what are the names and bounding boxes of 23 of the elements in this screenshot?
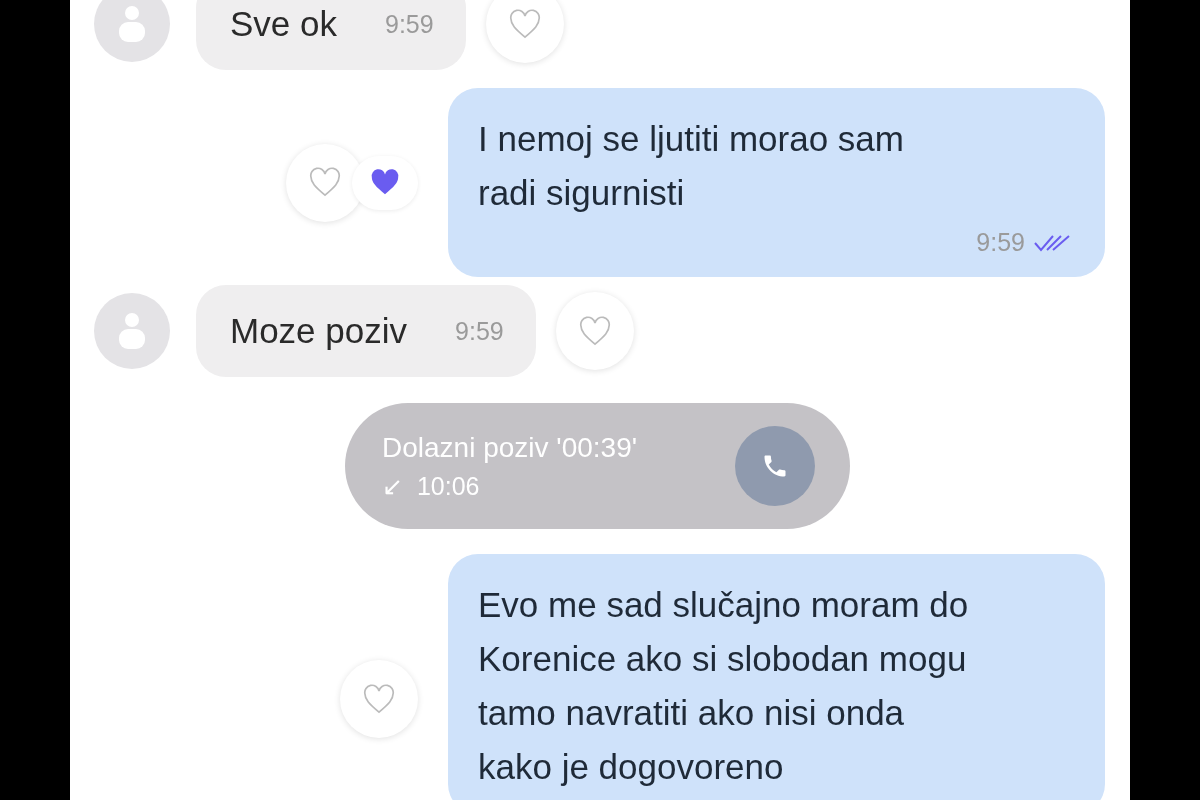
message-text: kako je dogovoreno — [478, 746, 785, 788]
message-text: Korenice ako si slobodan mogu — [478, 638, 968, 680]
like-button[interactable] — [340, 660, 418, 738]
message-text: Evo me sad slučajno moram do — [478, 584, 970, 626]
heart-icon — [577, 315, 612, 347]
message-text: radi sigurnisti — [478, 172, 686, 214]
like-button[interactable] — [555, 292, 634, 370]
like-button[interactable] — [485, 0, 564, 63]
heart-icon — [362, 683, 396, 715]
heart-icon — [308, 167, 342, 198]
message-text: I nemoj se ljutiti morao sam — [478, 118, 905, 160]
message-time: 9:59 — [976, 228, 1025, 257]
message-text: Sve ok — [230, 4, 337, 44]
call-text: Dolazni poziv '00:39' — [382, 431, 638, 464]
avatar-icon[interactable] — [93, 0, 171, 63]
message-text: Moze poziv — [230, 311, 408, 351]
heart-icon — [507, 8, 542, 40]
heart-icon — [369, 168, 401, 197]
message-time: 9:59 — [455, 316, 504, 346]
message-time: 9:59 — [385, 9, 434, 39]
message-text: tamo navratiti ako nisi onda — [478, 692, 906, 734]
call-time: ↙ 10:06 — [382, 471, 481, 501]
avatar-icon[interactable] — [93, 292, 171, 370]
